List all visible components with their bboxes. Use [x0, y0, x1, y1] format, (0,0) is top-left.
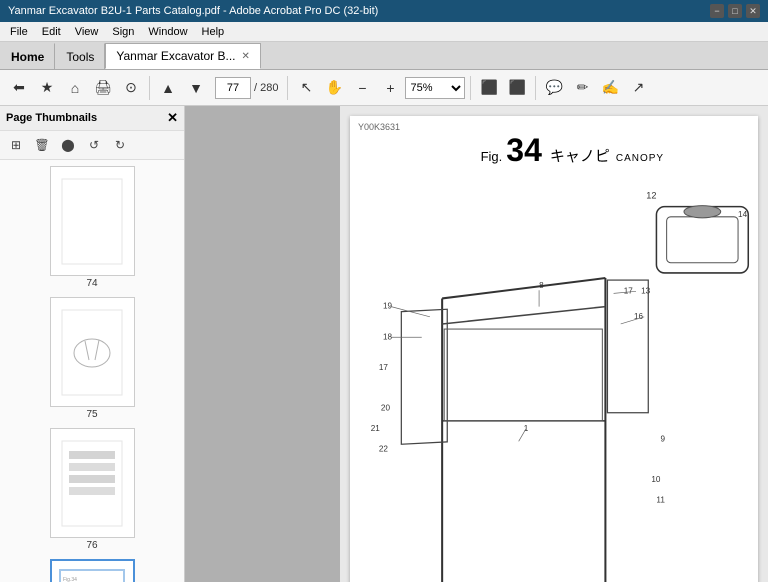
comment-button[interactable]: 💬	[541, 75, 567, 101]
page-gray-spacer	[185, 106, 340, 582]
svg-text:20: 20	[381, 404, 391, 413]
sign-button[interactable]: ✍	[597, 75, 623, 101]
tool-b[interactable]: ⬛	[504, 75, 530, 101]
fig-title-jp: キャノピ	[550, 145, 610, 166]
canopy-diagram: 12 13 14	[360, 176, 768, 582]
thumbnail-74-image	[50, 166, 135, 276]
home-button[interactable]: ⌂	[62, 75, 88, 101]
hand-tool[interactable]: ✋	[321, 75, 347, 101]
delete-page-btn[interactable]: 🗑	[30, 134, 54, 156]
toolbar: ⬅ ★ ⌂ 🖨 ⊙ ▲ ▼ / 280 ↖ ✋ − + 75% 50% 100%…	[0, 70, 768, 106]
svg-text:12: 12	[646, 190, 656, 200]
thumbnail-75-label: 75	[86, 409, 97, 420]
thumbnail-76-label: 76	[86, 540, 97, 551]
menu-sign[interactable]: Sign	[106, 24, 140, 40]
fig-number: 34	[506, 134, 542, 166]
menu-bar: File Edit View Sign Window Help	[0, 22, 768, 42]
svg-text:14: 14	[738, 210, 748, 219]
left-panel: Page Thumbnails ✕ ⊞ 🗑 ⬤ ↺ ↻ 74	[0, 106, 185, 582]
tab-home[interactable]: Home	[0, 43, 55, 69]
tab-home-label: Home	[11, 50, 44, 64]
thumbnails-panel: 74 75	[0, 160, 184, 582]
menu-edit[interactable]: Edit	[36, 24, 67, 40]
svg-text:22: 22	[379, 445, 389, 454]
tab-tools[interactable]: Tools	[55, 43, 105, 69]
forward-button[interactable]: ★	[34, 75, 60, 101]
page-number-input[interactable]	[215, 77, 251, 99]
thumbnail-74[interactable]: 74	[4, 166, 180, 289]
thumbnail-75-image	[50, 297, 135, 407]
menu-help[interactable]: Help	[196, 24, 231, 40]
panel-title: Page Thumbnails	[6, 112, 97, 124]
pdf-page: Y00K3631 Fig. 34 キャノピ CANOPY 12 13	[350, 116, 758, 582]
pdf-content-area[interactable]: Y00K3631 Fig. 34 キャノピ CANOPY 12 13	[340, 106, 768, 582]
svg-text:10: 10	[651, 475, 661, 484]
tool-a[interactable]: ⬛	[476, 75, 502, 101]
page-total-label: / 280	[254, 82, 278, 94]
fig-prefix: Fig.	[481, 149, 503, 164]
svg-text:18: 18	[383, 332, 393, 341]
tab-close-button[interactable]: ✕	[242, 51, 250, 62]
tab-tools-label: Tools	[66, 50, 94, 64]
select-tool[interactable]: ↖	[293, 75, 319, 101]
separator-3	[470, 76, 471, 100]
main-area: Page Thumbnails ✕ ⊞ 🗑 ⬤ ↺ ↻ 74	[0, 106, 768, 582]
page-navigation: / 280	[215, 77, 278, 99]
zoom-select[interactable]: 75% 50% 100% 125% 150%	[405, 77, 465, 99]
tab-document[interactable]: Yanmar Excavator B... ✕	[105, 43, 261, 69]
insert-page-btn[interactable]: ⬤	[56, 134, 80, 156]
zoom-out-button[interactable]: −	[349, 75, 375, 101]
panel-close-button[interactable]: ✕	[167, 110, 178, 126]
maximize-button[interactable]: □	[728, 4, 742, 18]
prev-page-button[interactable]: ▲	[155, 75, 181, 101]
thumbnail-77[interactable]: Fig.34 77	[4, 559, 180, 582]
svg-text:9: 9	[661, 434, 666, 443]
markup-button[interactable]: ✏	[569, 75, 595, 101]
thumbnail-74-label: 74	[86, 278, 97, 289]
svg-text:21: 21	[371, 424, 381, 433]
window-controls[interactable]: − □ ✕	[710, 4, 760, 18]
thumbnail-77-image: Fig.34	[50, 559, 135, 582]
back-button[interactable]: ⬅	[6, 75, 32, 101]
tab-document-label: Yanmar Excavator B...	[116, 49, 235, 63]
rotate-cw-btn[interactable]: ↻	[108, 134, 132, 156]
menu-file[interactable]: File	[4, 24, 34, 40]
minimize-button[interactable]: −	[710, 4, 724, 18]
close-button[interactable]: ✕	[746, 4, 760, 18]
separator-4	[535, 76, 536, 100]
print-button[interactable]: 🖨	[90, 75, 116, 101]
svg-text:17: 17	[624, 286, 634, 295]
panel-header: Page Thumbnails ✕	[0, 106, 184, 131]
menu-view[interactable]: View	[69, 24, 105, 40]
thumbnail-75[interactable]: 75	[4, 297, 180, 420]
separator-2	[287, 76, 288, 100]
svg-text:17: 17	[379, 363, 389, 372]
next-page-button[interactable]: ▼	[183, 75, 209, 101]
thumbnail-76-image	[50, 428, 135, 538]
panel-toolbar: ⊞ 🗑 ⬤ ↺ ↻	[0, 131, 184, 160]
zoom-fit-button[interactable]: ⊙	[118, 75, 144, 101]
thumbnail-76[interactable]: 76	[4, 428, 180, 551]
svg-text:8: 8	[539, 281, 544, 290]
svg-text:11: 11	[656, 496, 665, 505]
rotate-ccw-btn[interactable]: ↺	[82, 134, 106, 156]
thumbnails-view-btn[interactable]: ⊞	[4, 134, 28, 156]
svg-text:19: 19	[383, 302, 393, 311]
share-button[interactable]: ↗	[625, 75, 651, 101]
title-bar: Yanmar Excavator B2U-1 Parts Catalog.pdf…	[0, 0, 768, 22]
fig-title-en: CANOPY	[616, 153, 664, 164]
page-code: Y00K3631	[358, 122, 400, 132]
tab-bar: Home Tools Yanmar Excavator B... ✕	[0, 42, 768, 70]
menu-window[interactable]: Window	[142, 24, 193, 40]
zoom-in-button[interactable]: +	[377, 75, 403, 101]
separator-1	[149, 76, 150, 100]
svg-text:13: 13	[641, 286, 651, 295]
svg-text:Fig.34: Fig.34	[63, 577, 77, 582]
title-text: Yanmar Excavator B2U-1 Parts Catalog.pdf…	[8, 5, 378, 17]
